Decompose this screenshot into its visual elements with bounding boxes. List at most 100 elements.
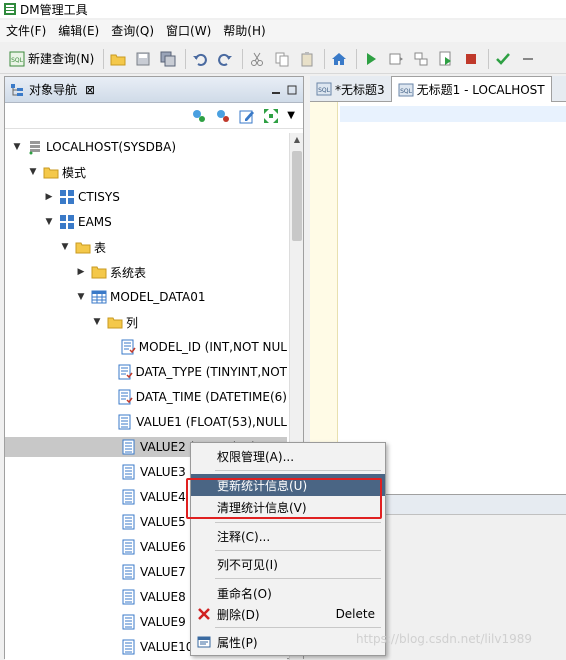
window-title: DM管理工具 [20,2,88,17]
view-menu-icon[interactable]: ▼ [287,110,295,121]
schema-icon [60,215,74,229]
disconnect-icon[interactable] [215,108,231,124]
tree-node-label: LOCALHOST(SYSDBA) [46,140,177,154]
toolbar-separator [103,48,105,69]
menu-column-invisible[interactable]: 列不可见(I) [191,553,385,575]
commit-button[interactable] [492,48,514,70]
new-query-button[interactable]: SQL 新建查询(N) [6,48,97,70]
paste-icon [301,51,313,66]
sql-file-icon: SQL [398,83,414,96]
menu-help[interactable]: 帮助(H) [217,20,271,42]
delete-x-icon [198,608,210,620]
main-toolbar: SQL 新建查询(N) [0,44,566,74]
collapse-chevron-icon[interactable]: ▼ [43,216,55,228]
svg-text:SQL: SQL [318,87,331,94]
collapse-chevron-icon[interactable]: ▼ [27,166,39,178]
tree-node[interactable]: ▼ 表 [5,237,287,257]
menu-permission-management[interactable]: 权限管理(A)... [191,445,385,467]
sql-editor[interactable] [310,102,566,494]
tab-label: *无标题3 [335,82,385,97]
watermark: https://blog.csdn.net/lilv1989 [356,632,533,646]
run-button[interactable] [360,48,382,70]
tab-untitled1[interactable]: SQL 无标题1 - LOCALHOST [391,76,552,102]
tree-node-label: 列 [126,315,139,330]
tree-node[interactable]: ▼ MODEL_DATA01 [5,287,287,307]
tree-node-label: VALUE9 [140,615,186,629]
menu-edit[interactable]: 编辑(E) [52,20,105,42]
cut-button[interactable] [246,48,268,70]
toolbar-separator [488,48,490,69]
collapse-chevron-icon[interactable]: ▼ [91,316,103,328]
collapse-chevron-icon[interactable]: ▼ [11,141,23,153]
connect-icon[interactable] [191,108,207,124]
explain-button[interactable] [385,48,407,70]
open-button[interactable] [107,48,129,70]
new-query-label: 新建查询(N) [28,52,95,66]
collapse-chevron-icon[interactable]: ▼ [59,241,71,253]
minimize-icon[interactable] [271,85,281,95]
explain-icon [389,53,404,64]
menu-comment[interactable]: 注释(C)... [191,525,385,547]
scroll-up-icon[interactable]: ▲ [290,135,304,144]
column-icon [118,414,131,430]
tree-node-label: VALUE1 (FLOAT(53),NULL [136,415,287,429]
tree-node-label: VALUE8 [140,590,186,604]
menu-delete[interactable]: 删除(D) Delete [191,603,385,625]
expand-chevron-icon[interactable]: ▶ [75,266,87,278]
home-button[interactable] [328,48,350,70]
step-button[interactable] [410,48,432,70]
tree-node[interactable]: ▶ CTISYS [5,187,287,207]
tree-node[interactable]: ▶ 系统表 [5,262,287,282]
collapse-chevron-icon[interactable]: ▼ [75,291,87,303]
scroll-thumb[interactable] [292,151,302,241]
redo-button[interactable] [214,48,236,70]
tree-node[interactable]: ▼ 模式 [5,162,287,182]
tree-node-label: 模式 [62,165,87,180]
tree-node[interactable]: MODEL_ID (INT,NOT NUL [5,337,287,357]
column-key-icon [118,364,133,380]
panel-window-buttons [271,85,303,95]
tree-node-label: CTISYS [78,190,120,204]
save-button[interactable] [132,48,154,70]
redo-icon [218,53,233,66]
run-script-button[interactable] [435,48,457,70]
menu-rename[interactable]: 重命名(O) [191,582,385,604]
tree-node[interactable]: DATA_TIME (DATETIME(6) [5,387,287,407]
column-icon [122,514,135,530]
expand-all-icon[interactable] [263,108,279,124]
tree-node-label: MODEL_DATA01 [110,290,206,304]
tree-node[interactable]: ▼ 列 [5,312,287,332]
menu-query[interactable]: 查询(Q) [105,20,160,42]
navigator-tools: ▼ [5,103,303,129]
expand-chevron-icon[interactable]: ▶ [43,191,55,203]
sql-file-icon: SQL [316,82,332,96]
tree-node-label: EAMS [78,215,112,229]
editor-tab-bar: SQL *无标题3 SQL 无标题1 - LOCALHOST [310,76,566,102]
menu-file[interactable]: 文件(F) [0,20,52,42]
copy-button[interactable] [271,48,293,70]
folder-open-icon [75,242,91,254]
save-icon [136,52,150,65]
tree-node[interactable]: DATA_TYPE (TINYINT,NOT [5,362,287,382]
undo-button[interactable] [189,48,211,70]
column-key-icon [118,389,133,405]
cut-icon [251,52,264,66]
tree-node[interactable]: ▼ EAMS [5,212,287,232]
maximize-icon[interactable] [287,85,297,95]
paste-button[interactable] [296,48,318,70]
sql-icon: SQL [9,51,25,66]
close-icon[interactable]: ⊠ [85,83,95,97]
edit-icon[interactable] [239,108,255,124]
check-icon [496,52,511,65]
tab-label: 无标题1 - LOCALHOST [416,83,545,97]
tree-node-label: MODEL_ID (INT,NOT NUL [138,340,287,354]
menu-window[interactable]: 窗口(W) [160,20,217,42]
tab-untitled3[interactable]: SQL *无标题3 [310,76,392,102]
tree-node[interactable]: ▼ LOCALHOST(SYSDBA) [5,137,287,157]
stop-button[interactable] [460,48,482,70]
rollback-button[interactable] [517,48,539,70]
save-all-button[interactable] [157,48,179,70]
menu-item-label: 注释(C)... [217,529,271,544]
tree-node[interactable]: VALUE1 (FLOAT(53),NULL [5,412,287,432]
play-icon [367,52,377,65]
